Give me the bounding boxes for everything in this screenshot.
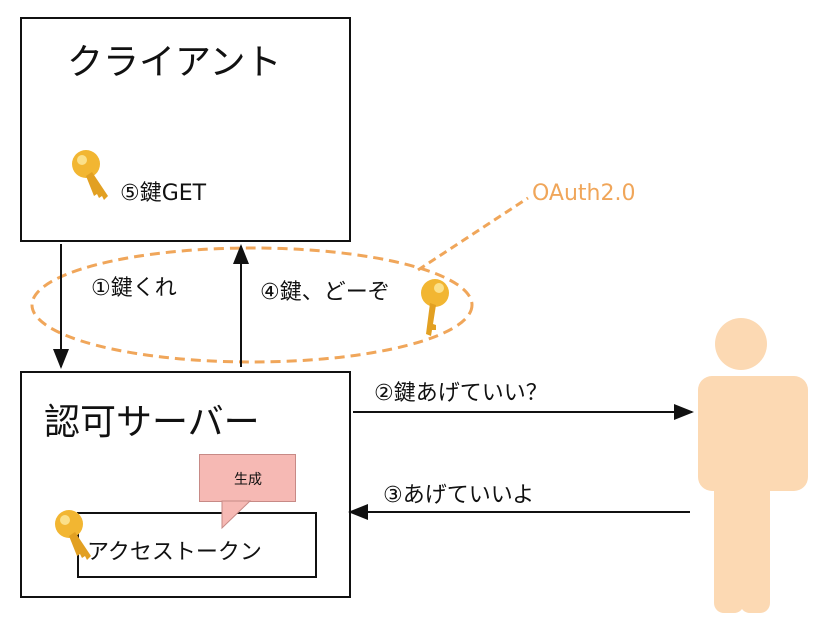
person-icon <box>698 318 808 613</box>
oauth-connector <box>417 196 529 272</box>
callout-tail <box>221 500 252 530</box>
key-icon <box>421 279 449 336</box>
key-icon <box>72 150 108 200</box>
diagram-overlay <box>30 150 808 613</box>
key-icon <box>55 510 91 560</box>
oauth-ellipse <box>30 246 474 364</box>
